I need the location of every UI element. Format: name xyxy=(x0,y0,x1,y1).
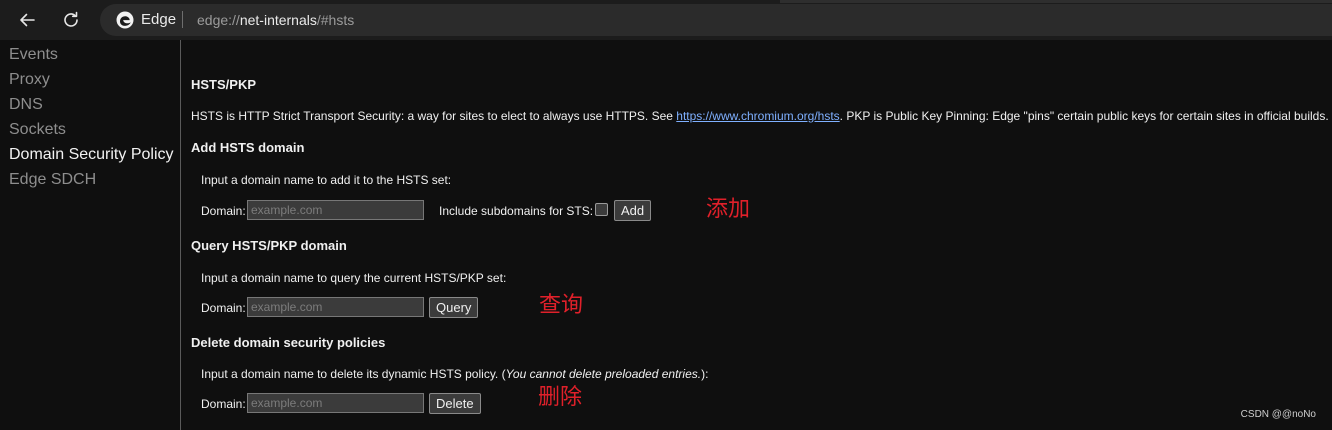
query-button[interactable]: Query xyxy=(429,297,479,318)
sidebar-item-dns[interactable]: DNS xyxy=(9,95,43,115)
intro-text-start: HSTS is HTTP Strict Transport Security: … xyxy=(191,109,677,123)
main-content: HSTS/PKP HSTS is HTTP Strict Transport S… xyxy=(182,40,1332,430)
url-path: /#hsts xyxy=(316,12,355,28)
reload-icon xyxy=(64,11,78,27)
page-title: HSTS/PKP xyxy=(191,77,257,92)
query-hsts-heading: Query HSTS/PKP domain xyxy=(191,238,347,253)
url-text[interactable]: edge://net-internals/#hsts xyxy=(197,11,354,29)
add-domain-input[interactable] xyxy=(247,200,424,220)
add-annotation: 添加 xyxy=(706,197,751,222)
hsts-link[interactable]: https://www.chromium.org/hsts xyxy=(676,109,839,123)
intro-text-end: . PKP is Public Key Pinning: Edge "pins"… xyxy=(839,109,1329,123)
sidebar-item-sockets[interactable]: Sockets xyxy=(9,120,66,140)
intro-text: HSTS is HTTP Strict Transport Security: … xyxy=(191,109,1329,124)
delete-instruction-end: ): xyxy=(701,367,709,381)
delete-policy-heading: Delete domain security policies xyxy=(191,335,386,350)
arrow-left-icon xyxy=(20,13,35,27)
add-domain-label: Domain: xyxy=(201,204,246,218)
sidebar-item-events[interactable]: Events xyxy=(9,45,58,65)
include-subdomains-checkbox[interactable] xyxy=(595,203,608,216)
browser-toolbar: Edge edge://net-internals/#hsts xyxy=(0,0,1332,40)
delete-instruction: Input a domain name to delete its dynami… xyxy=(201,367,708,382)
url-separator xyxy=(182,11,183,28)
add-hsts-instruction: Input a domain name to add it to the HST… xyxy=(201,173,452,187)
delete-domain-label: Domain: xyxy=(201,397,246,411)
delete-instruction-start: Input a domain name to delete its dynami… xyxy=(201,367,506,381)
include-subdomains-label: Include subdomains for STS: xyxy=(439,204,594,218)
sidebar-item-domain-security-policy[interactable]: Domain Security Policy xyxy=(9,145,174,165)
sidebar-item-edge-sdch[interactable]: Edge SDCH xyxy=(9,170,96,190)
add-button[interactable]: Add xyxy=(614,200,652,221)
site-identity-label[interactable]: Edge xyxy=(141,11,176,29)
sidebar-item-proxy[interactable]: Proxy xyxy=(9,70,50,90)
url-host: net-internals xyxy=(239,12,317,28)
query-annotation: 查询 xyxy=(539,293,584,318)
delete-domain-input[interactable] xyxy=(247,393,424,413)
query-domain-input[interactable] xyxy=(247,297,424,317)
back-button[interactable] xyxy=(13,6,41,34)
query-domain-label: Domain: xyxy=(201,301,246,315)
query-instruction: Input a domain name to query the current… xyxy=(201,271,507,285)
sidebar: Events Proxy DNS Sockets Domain Security… xyxy=(0,40,181,430)
url-scheme: edge:// xyxy=(197,12,240,28)
tab-strip-edge xyxy=(780,0,1332,3)
delete-annotation: 删除 xyxy=(538,385,583,410)
delete-instruction-note: You cannot delete preloaded entries. xyxy=(505,367,702,381)
delete-button[interactable]: Delete xyxy=(429,393,481,414)
reload-button[interactable] xyxy=(57,6,85,34)
watermark: CSDN @@noNo xyxy=(1240,409,1316,420)
add-hsts-heading: Add HSTS domain xyxy=(191,140,305,155)
edge-logo-icon xyxy=(116,11,134,29)
